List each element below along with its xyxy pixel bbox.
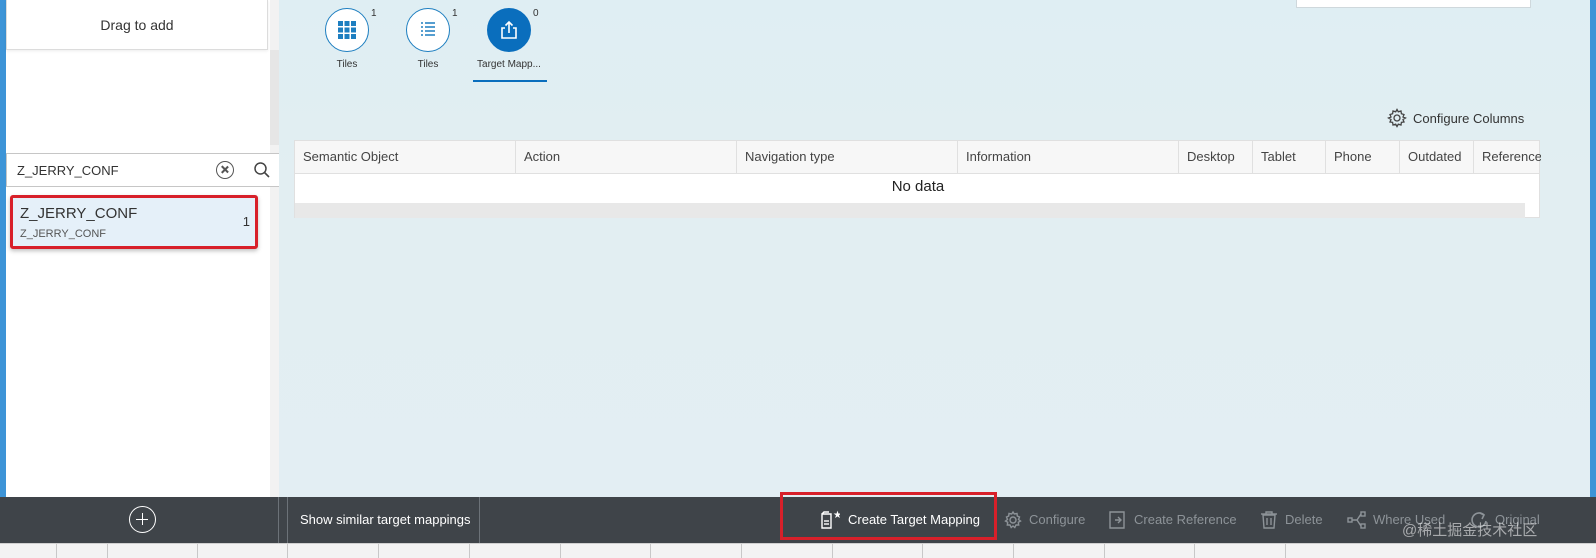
footer-divider	[278, 497, 279, 543]
create-reference-button[interactable]: Create Reference	[1134, 512, 1237, 527]
strip-divider	[1194, 544, 1195, 558]
gear-icon	[1387, 108, 1407, 128]
tab-label: Tiles	[336, 59, 358, 70]
where-used-icon	[1347, 511, 1366, 529]
tab-count: 1	[452, 8, 458, 19]
catalog-list-item[interactable]: Z_JERRY_CONF Z_JERRY_CONF 1	[10, 195, 258, 249]
strip-divider	[197, 544, 198, 558]
grid-icon	[325, 8, 369, 52]
bottom-tab-strip	[0, 543, 1596, 558]
search-input[interactable]: Z_JERRY_CONF	[17, 163, 119, 178]
strip-divider	[287, 544, 288, 558]
highlight-box	[780, 492, 997, 540]
strip-divider	[469, 544, 470, 558]
tab-tiles-list[interactable]: 1 Tiles	[390, 8, 470, 83]
column-header[interactable]: Semantic Object	[295, 141, 516, 174]
target-mappings-table: Semantic Object Action Navigation type I…	[294, 140, 1541, 218]
table-horizontal-scrollbar[interactable]	[295, 203, 1525, 218]
delete-button[interactable]: Delete	[1285, 512, 1323, 527]
column-header[interactable]: Desktop	[1179, 141, 1253, 174]
strip-divider	[1285, 544, 1286, 558]
trash-icon	[1261, 511, 1277, 529]
tab-label: Target Mapp...	[477, 59, 541, 70]
strip-divider	[56, 544, 57, 558]
tab-label: Tiles	[417, 59, 439, 70]
strip-divider	[107, 544, 108, 558]
column-header[interactable]: Tablet	[1253, 141, 1326, 174]
share-icon	[487, 8, 531, 52]
strip-divider	[832, 544, 833, 558]
search-icon[interactable]	[253, 161, 271, 179]
catalog-panel: Drag to add Z_JERRY_CONF Z_JERRY_CONF Z_…	[6, 0, 285, 497]
add-icon[interactable]	[129, 506, 156, 533]
strip-divider	[1104, 544, 1105, 558]
column-header[interactable]: Information	[958, 141, 1179, 174]
column-header[interactable]: Phone	[1326, 141, 1400, 174]
tab-count: 1	[371, 8, 377, 19]
configure-columns-button[interactable]: Configure Columns	[1387, 107, 1524, 129]
top-right-panel	[1296, 0, 1531, 8]
footer-divider	[287, 497, 288, 543]
footer-divider	[479, 497, 480, 543]
window-border-right	[1590, 0, 1596, 558]
table-header: Semantic Object Action Navigation type I…	[295, 141, 1541, 174]
configure-columns-label: Configure Columns	[1413, 110, 1525, 126]
strip-divider	[650, 544, 651, 558]
column-header[interactable]: Navigation type	[737, 141, 958, 174]
empty-table-message: No data	[891, 178, 945, 195]
configure-button[interactable]: Configure	[1029, 512, 1085, 527]
clear-icon[interactable]	[216, 161, 234, 179]
gear-icon	[1004, 510, 1022, 529]
drag-to-add-label: Drag to add	[100, 16, 174, 33]
drag-to-add-area[interactable]: Drag to add	[6, 0, 268, 50]
tab-count: 0	[533, 8, 539, 19]
active-tab-indicator	[473, 80, 547, 82]
reference-icon	[1109, 511, 1125, 529]
main-content: 1 Tiles 1 Tiles 0 Target Mapp... Configu…	[279, 0, 1590, 497]
strip-divider	[922, 544, 923, 558]
strip-divider	[1013, 544, 1014, 558]
tab-tiles-grid[interactable]: 1 Tiles	[309, 8, 389, 83]
show-similar-button[interactable]: Show similar target mappings	[300, 512, 471, 527]
column-header[interactable]: Action	[516, 141, 737, 174]
catalog-item-title: Z_JERRY_CONF	[20, 205, 138, 222]
list-icon	[406, 8, 450, 52]
tab-target-mappings[interactable]: 0 Target Mapp...	[471, 8, 551, 83]
catalog-item-count: 1	[242, 214, 250, 229]
column-header[interactable]: Reference	[1474, 141, 1541, 174]
column-header[interactable]: Outdated	[1400, 141, 1474, 174]
catalog-search-field[interactable]: Z_JERRY_CONF	[6, 153, 285, 187]
strip-divider	[378, 544, 379, 558]
catalog-item-subtitle: Z_JERRY_CONF	[20, 228, 106, 240]
strip-divider	[741, 544, 742, 558]
watermark: @稀土掘金技术社区	[1402, 522, 1538, 539]
strip-divider	[560, 544, 561, 558]
